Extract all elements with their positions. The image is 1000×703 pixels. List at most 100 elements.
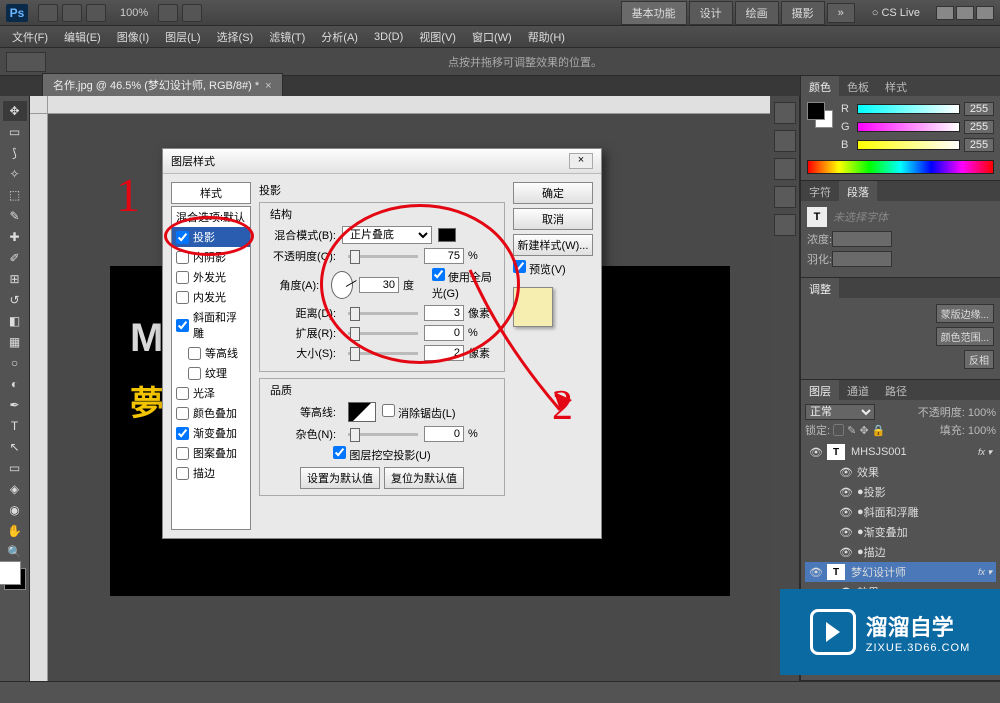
menu-select[interactable]: 选择(S) (209, 26, 262, 48)
mask-edge-button[interactable]: 蒙版边缘... (936, 304, 994, 323)
layer-fill[interactable]: 100% (968, 425, 996, 437)
tab-layers[interactable]: 图层 (801, 380, 839, 400)
global-light-checkbox[interactable] (432, 268, 445, 281)
cancel-button[interactable]: 取消 (513, 208, 593, 230)
layer-row[interactable]: 👁T梦幻设计师fx ▾ (805, 562, 996, 582)
brush-tool[interactable]: ✐ (3, 248, 27, 268)
layers-icon[interactable] (774, 186, 796, 208)
brush-panel-icon[interactable] (774, 130, 796, 152)
style-item[interactable]: 颜色叠加 (172, 403, 250, 423)
style-item[interactable]: 内阴影 (172, 247, 250, 267)
color-swatch[interactable] (4, 568, 26, 590)
menu-analysis[interactable]: 分析(A) (313, 26, 366, 48)
feather-input[interactable] (832, 251, 892, 267)
layer-row[interactable]: 👁● 渐变叠加 (805, 522, 996, 542)
menu-layer[interactable]: 图层(L) (157, 26, 208, 48)
blur-tool[interactable]: ○ (3, 353, 27, 373)
3d-tool[interactable]: ◈ (3, 479, 27, 499)
zoom-tool[interactable]: 🔍 (3, 542, 27, 562)
reset-default-button[interactable]: 复位为默认值 (384, 467, 464, 489)
thickness-input[interactable] (832, 231, 892, 247)
visibility-icon[interactable]: 👁 (809, 446, 823, 459)
style-checkbox[interactable] (176, 467, 189, 480)
history-brush-tool[interactable]: ↺ (3, 290, 27, 310)
menu-filter[interactable]: 滤镜(T) (261, 26, 313, 48)
size-input[interactable] (424, 345, 464, 361)
style-checkbox[interactable] (188, 347, 201, 360)
visibility-icon[interactable]: 👁 (839, 526, 853, 539)
visibility-icon[interactable]: 👁 (839, 506, 853, 519)
angle-dial[interactable] (331, 271, 353, 299)
channels-icon[interactable] (774, 214, 796, 236)
menu-help[interactable]: 帮助(H) (520, 26, 573, 48)
workspace-design[interactable]: 设计 (689, 1, 733, 25)
slider-b[interactable] (857, 140, 960, 150)
noise-input[interactable] (424, 426, 464, 442)
style-item[interactable]: 光泽 (172, 383, 250, 403)
style-item[interactable]: 纹理 (172, 363, 250, 383)
style-checkbox[interactable] (176, 251, 189, 264)
blend-mode-dropdown[interactable]: 正片叠底 (342, 226, 432, 244)
styles-header[interactable]: 样式 (171, 182, 251, 204)
fx-badge[interactable]: fx ▾ (978, 567, 992, 578)
style-item[interactable]: 斜面和浮雕 (172, 307, 250, 343)
distance-slider[interactable] (348, 312, 418, 315)
marquee-tool[interactable]: ▭ (3, 122, 27, 142)
preview-checkbox[interactable] (513, 260, 526, 273)
hand-tool[interactable]: ✋ (3, 521, 27, 541)
menu-file[interactable]: 文件(F) (4, 26, 56, 48)
opacity-slider[interactable] (348, 255, 418, 258)
style-item[interactable]: 投影 (172, 227, 250, 247)
menu-view[interactable]: 视图(V) (411, 26, 464, 48)
color-range-button[interactable]: 颜色范围... (936, 327, 994, 346)
style-checkbox[interactable] (176, 291, 189, 304)
menu-3d[interactable]: 3D(D) (366, 28, 411, 46)
zoom-level[interactable]: 100% (120, 7, 148, 19)
clone-icon[interactable] (774, 158, 796, 180)
workspace-more[interactable]: » (827, 3, 855, 23)
cs-live[interactable]: CS Live (866, 5, 926, 21)
tab-color[interactable]: 颜色 (801, 76, 839, 96)
workspace-basic[interactable]: 基本功能 (621, 1, 687, 25)
distance-input[interactable] (424, 305, 464, 321)
workspace-photo[interactable]: 摄影 (781, 1, 825, 25)
window-close[interactable] (976, 6, 994, 20)
antialias-checkbox[interactable] (382, 404, 395, 417)
value-r[interactable]: 255 (964, 102, 994, 116)
heal-tool[interactable]: ✚ (3, 227, 27, 247)
hue-strip[interactable] (807, 160, 994, 174)
tab-swatches[interactable]: 色板 (839, 76, 877, 96)
tab-paragraph[interactable]: 段落 (839, 181, 877, 201)
style-checkbox[interactable] (176, 319, 189, 332)
spread-input[interactable] (424, 325, 464, 341)
dialog-close-icon[interactable]: × (569, 153, 593, 169)
tool-preset[interactable] (6, 52, 46, 72)
invert-button[interactable]: 反相 (964, 350, 994, 369)
window-maximize[interactable] (956, 6, 974, 20)
menu-image[interactable]: 图像(I) (109, 26, 157, 48)
arrange-icon[interactable] (158, 4, 178, 22)
style-checkbox[interactable] (176, 271, 189, 284)
fx-badge[interactable]: fx ▾ (978, 447, 992, 458)
size-slider[interactable] (348, 352, 418, 355)
style-item[interactable]: 等高线 (172, 343, 250, 363)
visibility-icon[interactable]: 👁 (839, 466, 853, 479)
dodge-tool[interactable]: ◐ (3, 374, 27, 394)
dialog-title-bar[interactable]: 图层样式 × (163, 149, 601, 174)
style-item[interactable]: 渐变叠加 (172, 423, 250, 443)
slider-g[interactable] (857, 122, 960, 132)
blend-mode-select[interactable]: 正常 (805, 404, 875, 420)
menu-edit[interactable]: 编辑(E) (56, 26, 109, 48)
slider-r[interactable] (857, 104, 960, 114)
visibility-icon[interactable]: 👁 (809, 566, 823, 579)
knockout-checkbox[interactable] (333, 446, 346, 459)
blend-default-item[interactable]: 混合选项:默认 (172, 207, 250, 227)
style-checkbox[interactable] (176, 427, 189, 440)
spread-slider[interactable] (348, 332, 418, 335)
style-checkbox[interactable] (176, 231, 189, 244)
window-minimize[interactable] (936, 6, 954, 20)
layer-row[interactable]: 👁● 斜面和浮雕 (805, 502, 996, 522)
layer-row[interactable]: 👁● 投影 (805, 482, 996, 502)
style-checkbox[interactable] (188, 367, 201, 380)
style-item[interactable]: 外发光 (172, 267, 250, 287)
